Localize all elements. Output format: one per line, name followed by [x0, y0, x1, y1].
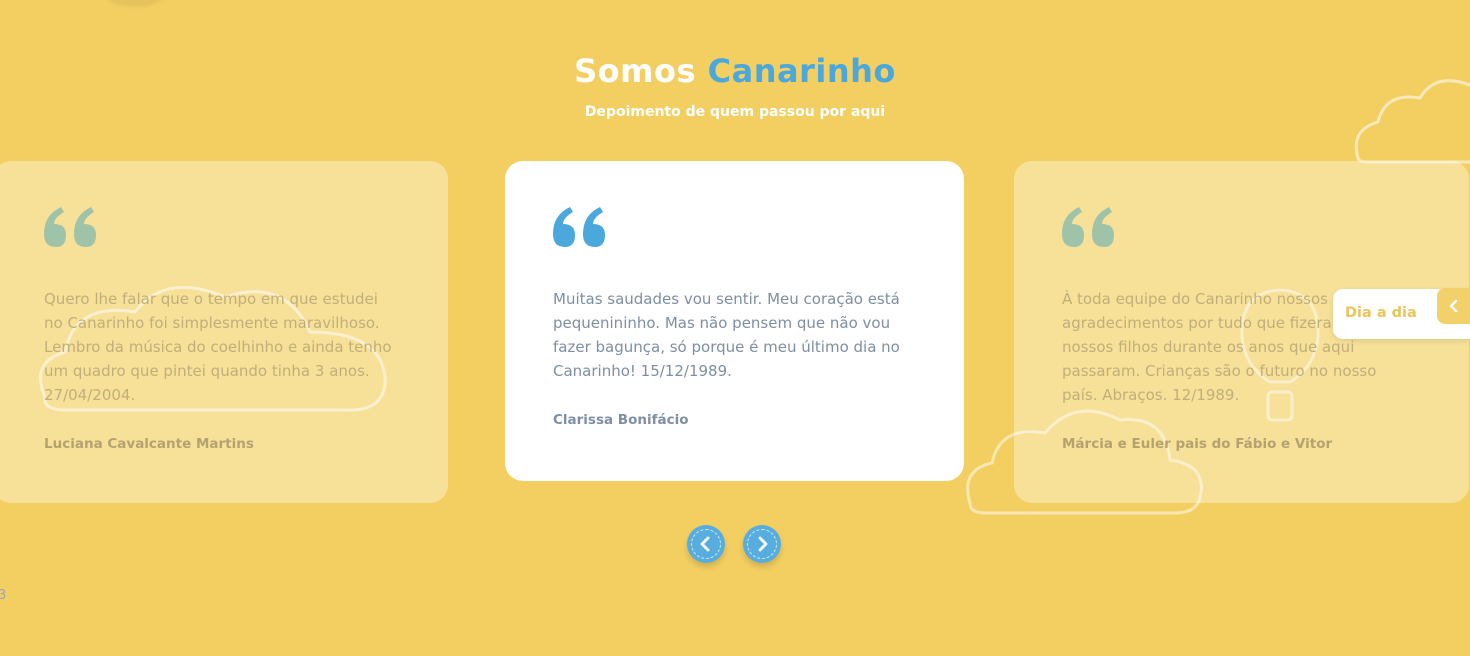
section-header: Somos Canarinho Depoimento de quem passo…: [0, 52, 1470, 120]
dia-a-dia-tab[interactable]: Dia a dia: [1333, 288, 1470, 339]
section-title: Somos Canarinho: [0, 52, 1470, 90]
page-indicator: 3: [0, 588, 7, 603]
side-tab-toggle[interactable]: [1437, 288, 1470, 324]
button-ring: [747, 529, 777, 559]
title-accent: Canarinho: [707, 52, 896, 90]
title-prefix: Somos: [574, 52, 696, 90]
section-subtitle: Depoimento de quem passou por aqui: [584, 104, 886, 120]
carousel-prev-button[interactable]: [687, 525, 725, 563]
button-ring: [691, 529, 721, 559]
testimonial-author: Márcia e Euler pais do Fábio e Vitor: [1062, 436, 1333, 452]
testimonial-card-previous: Quero lhe falar que o tempo em que estud…: [0, 161, 448, 503]
testimonial-card-active: Muitas saudades vou sentir. Meu coração …: [505, 161, 964, 481]
side-tab-label: Dia a dia: [1345, 305, 1417, 321]
quote-icon: [44, 207, 96, 247]
top-decoration: [95, 0, 175, 4]
testimonial-text: Quero lhe falar que o tempo em que estud…: [44, 290, 392, 404]
testimonial-author: Clarissa Bonifácio: [553, 412, 689, 428]
quote-icon: [553, 207, 605, 247]
chevron-left-icon: [1449, 299, 1457, 313]
testimonial-text: Muitas saudades vou sentir. Meu coração …: [553, 290, 900, 380]
quote-icon: [1062, 207, 1114, 247]
carousel-next-button[interactable]: [743, 525, 781, 563]
testimonial-author: Luciana Cavalcante Martins: [44, 436, 254, 452]
